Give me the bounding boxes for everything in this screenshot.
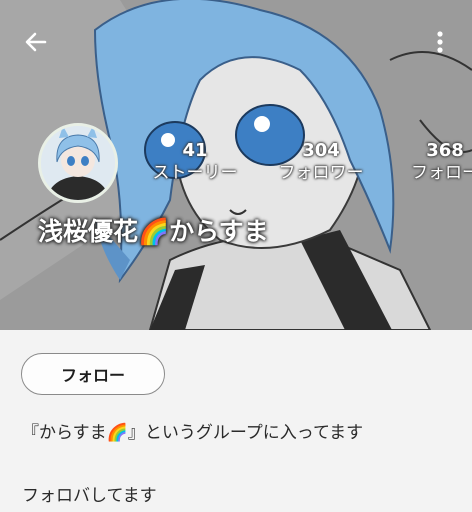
stories-count: 41: [182, 140, 208, 161]
stat-followers[interactable]: 304 フォロワー: [266, 140, 376, 184]
follow-button[interactable]: フォロー: [21, 353, 165, 395]
followers-label: フォロワー: [278, 163, 364, 183]
back-button[interactable]: [18, 24, 54, 60]
avatar-image: [41, 126, 115, 200]
avatar[interactable]: [38, 123, 118, 203]
vertical-dots-icon: [437, 31, 443, 53]
stories-label: ストーリー: [152, 163, 238, 183]
group-membership-text: 『からすま🌈』というグループに入ってます: [22, 423, 364, 443]
following-count: 368: [426, 140, 464, 161]
follows-you-text: フォロバしてます: [22, 486, 157, 506]
followers-count: 304: [302, 140, 340, 161]
stat-stories[interactable]: 41 ストーリー: [140, 140, 250, 184]
arrow-left-icon: [25, 32, 47, 52]
stat-following[interactable]: 368 フォロー: [390, 140, 472, 184]
profile-username: 浅桜優花🌈からすま: [38, 217, 269, 246]
following-label: フォロー: [411, 163, 472, 183]
profile-header: 41 ストーリー 304 フォロワー 368 フォロー 浅桜優花🌈からすま: [0, 0, 472, 330]
more-options-button[interactable]: [424, 24, 456, 60]
